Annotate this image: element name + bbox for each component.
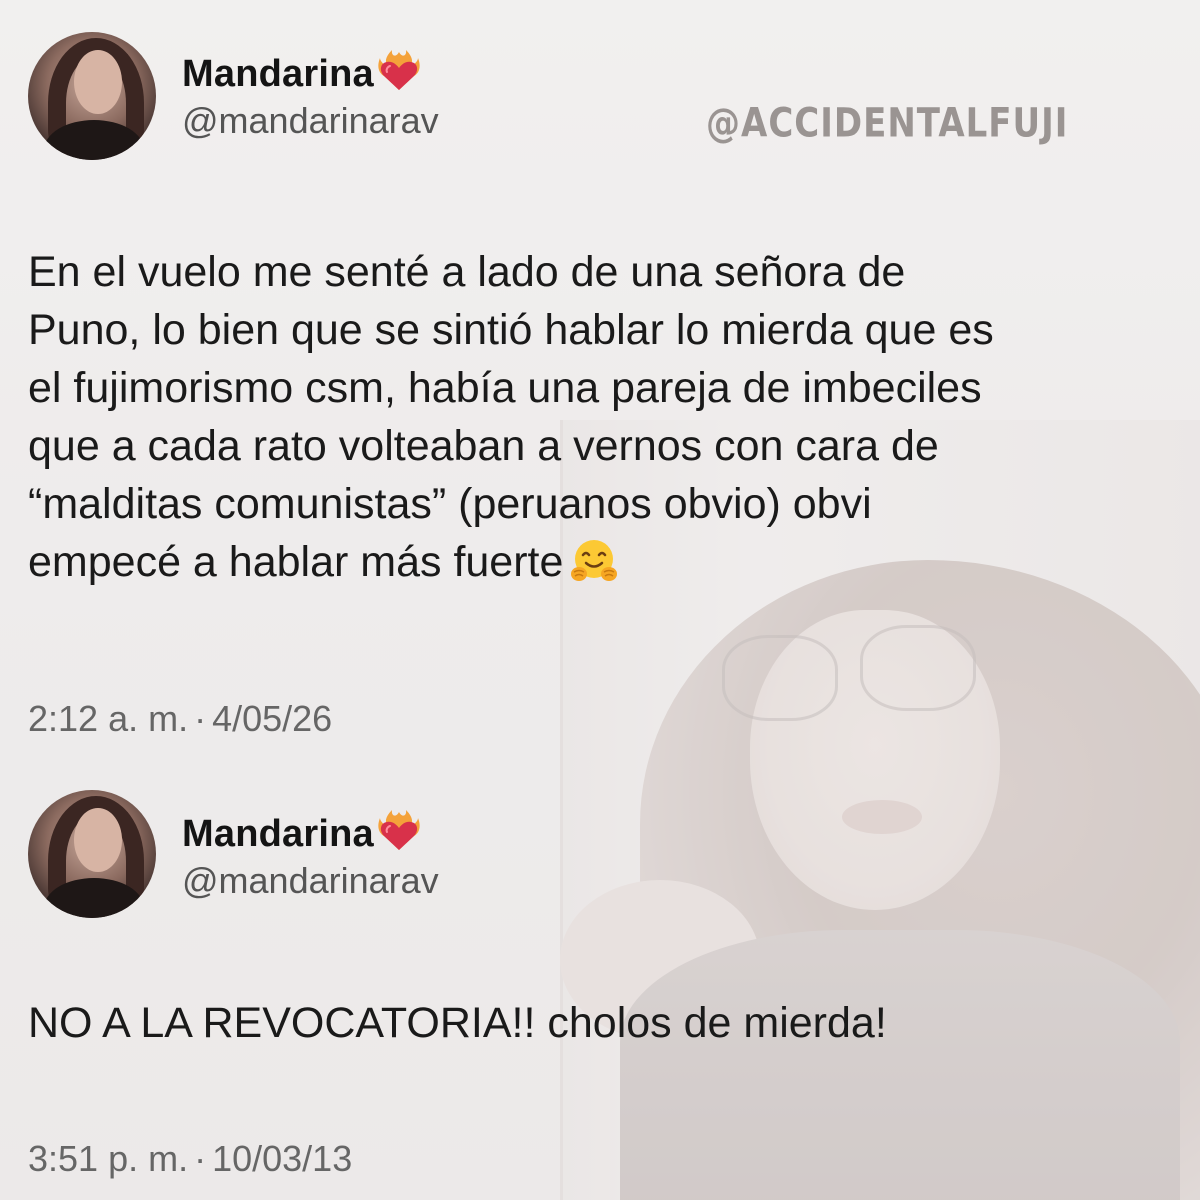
meta-separator: · [194,698,207,739]
author-display-name[interactable]: Mandarina [182,48,422,96]
tweet-date: 4/05/26 [212,698,333,739]
tweet-time: 3:51 p. m. [28,1138,189,1179]
tweet-text-line: “malditas comunistas” (peruanos obvio) o… [28,480,872,528]
tweet-text-line: En el vuelo me senté a lado de una señor… [28,248,906,296]
tweet-text-line-last: empecé a hablar más fuerte [28,533,1178,591]
avatar-face [74,808,122,872]
heart-on-fire-icon [376,808,422,854]
tweet-timestamp[interactable]: 2:12 a. m. · 4/05/26 [28,698,332,740]
tweet-text: NO A LA REVOCATORIA!! cholos de mierda! [28,994,1178,1052]
watermark: @ACCIDENTALFUJI [706,100,1069,148]
tweet-text-line: NO A LA REVOCATORIA!! cholos de mierda! [28,999,887,1047]
hugging-face-icon [569,536,619,586]
author-handle[interactable]: @mandarinarav [182,100,439,142]
avatar[interactable] [28,790,156,918]
tweet-timestamp[interactable]: 3:51 p. m. · 10/03/13 [28,1138,352,1180]
avatar[interactable] [28,32,156,160]
author-name-text: Mandarina [182,813,374,855]
tweet-text-line: que a cada rato volteaban a vernos con c… [28,422,939,470]
author-display-name[interactable]: Mandarina [182,808,422,856]
meta-separator: · [194,1138,207,1179]
tweet-text: En el vuelo me senté a lado de una señor… [28,243,1178,591]
tweet-text-line: Puno, lo bien que se sintió hablar lo mi… [28,306,994,354]
heart-on-fire-icon [376,48,422,94]
author-name-text: Mandarina [182,53,374,95]
author-handle[interactable]: @mandarinarav [182,860,439,902]
tweet-time: 2:12 a. m. [28,698,189,739]
avatar-face [74,50,122,114]
tweet-text-line: empecé a hablar más fuerte [28,538,564,586]
tweet-text-line: el fujimorismo csm, había una pareja de … [28,364,982,412]
tweet-date: 10/03/13 [212,1138,353,1179]
